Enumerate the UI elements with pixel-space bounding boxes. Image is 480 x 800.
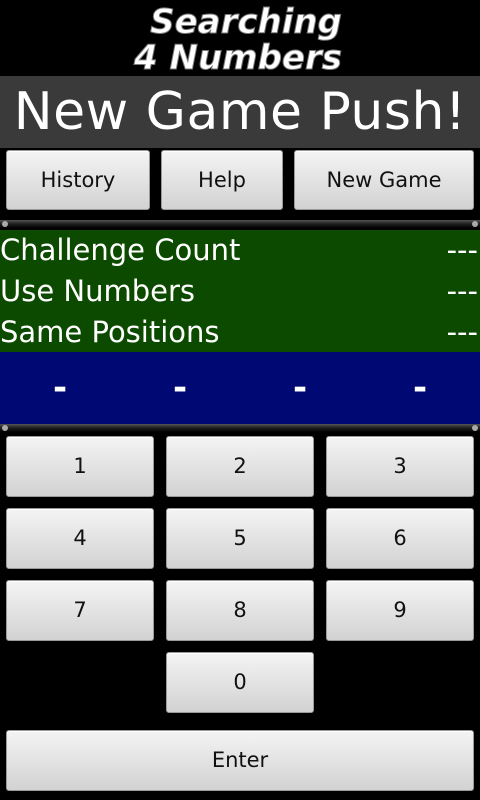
guess-digit-1: -: [52, 368, 68, 408]
use-numbers-value: ---: [446, 274, 478, 308]
app-logo: Searching 4 Numbers: [0, 0, 480, 76]
logo-graphic: Searching 4 Numbers: [133, 2, 343, 77]
divider-top: [0, 220, 480, 228]
key-2-button[interactable]: 2: [166, 436, 314, 497]
key-6-button[interactable]: 6: [326, 508, 474, 569]
history-button[interactable]: History: [6, 150, 150, 210]
key-8-button[interactable]: 8: [166, 580, 314, 641]
status-message: New Game Push!: [0, 76, 480, 148]
guess-digit-3: -: [292, 368, 308, 408]
guess-digit-2: -: [172, 368, 188, 408]
challenge-count-label: Challenge Count: [0, 233, 241, 267]
challenge-count-value: ---: [446, 233, 478, 267]
help-button[interactable]: Help: [161, 150, 283, 210]
key-7-button[interactable]: 7: [6, 580, 154, 641]
logo-line-2: 4 Numbers: [133, 38, 342, 76]
key-3-button[interactable]: 3: [326, 436, 474, 497]
key-0-button[interactable]: 0: [166, 652, 314, 713]
key-4-button[interactable]: 4: [6, 508, 154, 569]
key-1-button[interactable]: 1: [6, 436, 154, 497]
logo-line-1: Searching: [150, 2, 342, 42]
rivet-icon: [472, 425, 478, 431]
use-numbers-row: Use Numbers ---: [0, 271, 480, 311]
new-game-button[interactable]: New Game: [294, 150, 474, 210]
use-numbers-label: Use Numbers: [0, 274, 195, 308]
same-positions-value: ---: [446, 315, 478, 349]
guess-digit-4: -: [412, 368, 428, 408]
rivet-icon: [2, 425, 8, 431]
same-positions-label: Same Positions: [0, 315, 220, 349]
key-9-button[interactable]: 9: [326, 580, 474, 641]
rivet-icon: [472, 221, 478, 227]
enter-button[interactable]: Enter: [6, 730, 474, 791]
info-panel: Challenge Count --- Use Numbers --- Same…: [0, 230, 480, 352]
divider-bottom: [0, 424, 480, 432]
rivet-icon: [2, 221, 8, 227]
guess-display: - - - -: [0, 352, 480, 424]
key-5-button[interactable]: 5: [166, 508, 314, 569]
challenge-count-row: Challenge Count ---: [0, 230, 480, 270]
same-positions-row: Same Positions ---: [0, 312, 480, 352]
